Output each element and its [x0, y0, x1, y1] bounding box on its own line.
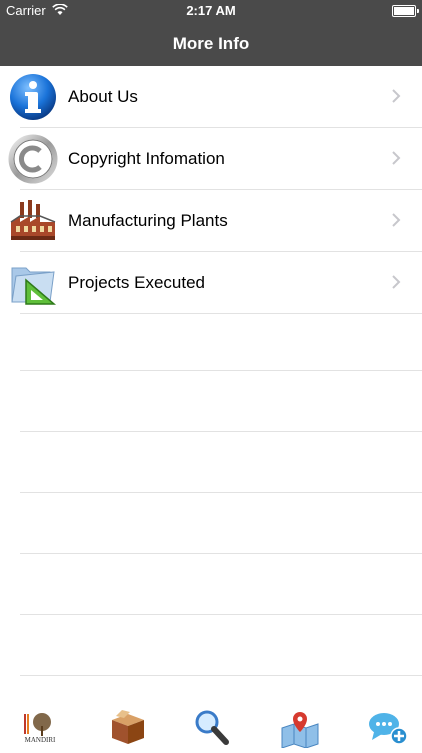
tab-home-logo[interactable]: MANDIRI	[18, 706, 62, 748]
separator-line	[20, 614, 422, 615]
map-icon	[281, 712, 319, 749]
menu-item-copyright[interactable]: Copyright Infomation	[8, 128, 422, 190]
logo-text: MANDIRI	[25, 736, 56, 744]
chevron-right-icon	[388, 88, 404, 104]
tab-products[interactable]	[106, 706, 150, 748]
copyright-icon	[8, 134, 58, 184]
folder-triangle-icon	[8, 258, 58, 308]
menu-item-projects-executed[interactable]: Projects Executed	[11, 252, 422, 314]
menu-item-label: Projects Executed	[68, 273, 206, 292]
navigation-bar: More Info	[0, 22, 422, 66]
menu-item-label: About Us	[68, 87, 138, 106]
menu-item-label: Copyright Infomation	[68, 149, 225, 168]
box-icon	[112, 710, 144, 744]
tab-contact[interactable]	[366, 706, 410, 748]
page-title: More Info	[172, 34, 250, 53]
tab-bar: MANDIRI	[0, 700, 422, 750]
separator-line	[20, 492, 422, 493]
menu-list: About Us Copyright Infomation Manufactur…	[0, 66, 422, 314]
chevron-right-icon	[388, 212, 404, 228]
factory-icon	[8, 196, 58, 246]
search-icon	[195, 710, 229, 745]
separator-line	[20, 675, 422, 676]
tab-map[interactable]	[278, 706, 322, 749]
menu-item-about-us[interactable]: About Us	[10, 66, 422, 128]
status-time: 2:17 AM	[186, 3, 236, 18]
chevron-right-icon	[388, 274, 404, 290]
menu-item-manufacturing-plants[interactable]: Manufacturing Plants	[10, 190, 422, 252]
separator-line	[20, 370, 422, 371]
separator-line	[20, 431, 422, 432]
logo-icon: MANDIRI	[24, 713, 56, 744]
status-bar: Carrier 2:17 AM	[0, 0, 422, 22]
menu-item-label: Manufacturing Plants	[68, 211, 228, 230]
battery-icon	[392, 5, 419, 17]
info-icon	[8, 72, 58, 122]
separator-line	[20, 553, 422, 554]
chat-icon	[369, 713, 408, 745]
chevron-right-icon	[388, 150, 404, 166]
tab-search[interactable]	[190, 706, 234, 748]
